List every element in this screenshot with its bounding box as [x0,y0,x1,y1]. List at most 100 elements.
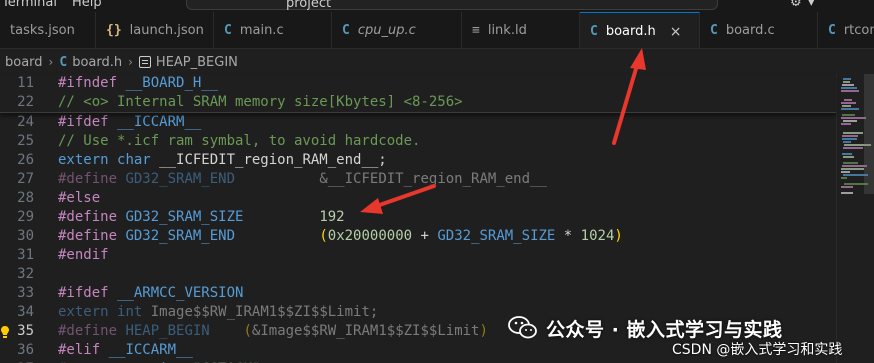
minimap-line [843,156,854,158]
code-token: #define [58,228,118,244]
tab-cpu-up-c[interactable]: C cpu_up.c [332,12,462,48]
tab-label: main.c [239,23,284,38]
tab-board-h[interactable]: C board.h × [580,12,700,48]
editor-tab-bar: tasks.json {} launch.json C main.c C cpu… [0,12,874,49]
tab-board-c[interactable]: C board.c [700,12,818,48]
breadcrumb-file[interactable]: board.h [72,55,122,70]
json-file-icon: {} [106,23,122,38]
c-file-icon: C [590,24,598,39]
tab-link-ld[interactable]: ≡ link.ld [462,12,580,48]
code-token: __ICCARM__ [108,342,193,358]
code-token: &Image$$RW_IRAM1$$ZI$$Limit [251,323,480,339]
code-line[interactable]: 30 #define GD32_SRAM_END (0x20000000 + GD… [0,227,836,246]
minimap-line [843,141,851,143]
code-text: #endif [58,246,109,265]
minimap-line [842,135,858,137]
line-number: 22 [17,94,34,110]
line-number: 33 [17,285,34,301]
code-token: GD32_SRAM_SIZE [125,209,244,225]
code-token: __BOARD_H__ [125,75,219,91]
breadcrumb-folder[interactable]: board [5,55,43,70]
code-token: ( [243,323,252,339]
minimap-line [841,123,851,125]
tab-tasks-json[interactable]: tasks.json [0,12,96,48]
minimap-line [841,87,857,89]
minimap-line [841,102,856,104]
lightbulb-icon[interactable] [0,325,10,339]
minimap-line [843,132,863,134]
code-line[interactable]: 24 #ifdef __ICCARM__ [0,113,836,132]
code-line[interactable]: 26 extern char __ICFEDIT_region_RAM_end__… [0,151,836,170]
tab-label: board.c [725,23,775,38]
code-token: &__ICFEDIT_region_RAM_end__ [235,171,547,187]
close-icon[interactable]: × [670,24,682,40]
code-text: extern char __ICFEDIT_region_RAM_end__; [58,151,387,170]
code-token: ) [479,323,488,339]
code-token: #define [58,209,118,225]
line-number: 29 [17,209,34,225]
linker-file-icon: ≡ [472,23,480,38]
code-token: char [117,152,151,168]
c-file-icon: C [828,23,836,38]
code-text: #define GD32_SRAM_END (0x20000000 + GD32… [58,227,623,246]
minimap-line [841,177,847,179]
code-line[interactable]: 29 #define GD32_SRAM_SIZE 192 [0,208,836,227]
tab-label: link.ld [487,23,527,38]
tab-rtconfig[interactable]: C rtconfig [818,12,874,48]
minimap-line [843,162,858,164]
code-token: __ICFEDIT_region_RAM_end__; [150,152,387,168]
code-line[interactable]: 33 #ifdef __ARMCC_VERSION [0,284,836,303]
menu-help[interactable]: Help [72,0,102,10]
code-token: extern [58,304,109,320]
chevron-down-icon[interactable]: ▾ [808,0,815,10]
command-center[interactable] [186,0,718,10]
code-token: __ARMCC_VERSION [117,285,244,301]
code-text: #elif __ICCARM__ [58,341,193,360]
minimap-line [841,117,866,119]
code-token: // <o> Internal SRAM memory size[Kbytes]… [58,94,463,110]
code-token: #endif [58,247,109,263]
code-line[interactable]: 22 // <o> Internal SRAM memory size[Kbyte… [0,93,836,112]
code-line[interactable]: 25 // Use *.icf ram symbal, to avoid hard… [0,132,836,151]
tab-label: launch.json [129,23,204,38]
code-line[interactable]: 32 [0,265,836,284]
minimap-line [844,99,852,101]
code-text: #ifndef __BOARD_H__ [58,74,218,93]
vertical-scrollbar[interactable] [864,74,874,194]
code-token: GD32_SRAM_SIZE [437,228,556,244]
line-number: 30 [17,228,34,244]
code-token: * [555,228,581,244]
c-file-icon: C [59,54,68,70]
code-token: #ifndef [58,75,118,91]
tab-launch-json[interactable]: {} launch.json [96,12,214,48]
code-token: ( [319,228,328,244]
breadcrumb: board › C board.h › HEAP_BEGIN [0,50,874,74]
csdn-watermark: CSDN @嵌入式学习和实践 [672,342,843,358]
minimap-line [841,171,850,173]
menu-terminal[interactable]: Terminal [2,0,57,10]
c-file-icon: C [224,23,232,38]
code-text: // Use *.icf ram symbal, to avoid hardco… [58,132,420,151]
code-line[interactable]: 27 #define GD32_SRAM_END &__ICFEDIT_regio… [0,170,836,189]
code-token: // Use *.icf ram symbal, to avoid hardco… [58,133,421,149]
code-token: #else [58,190,101,206]
sticky-scroll-header[interactable]: 11 #ifndef __BOARD_H__ 22 // <o> Internal S… [0,74,836,113]
line-number: 27 [17,171,34,187]
breadcrumb-symbol[interactable]: HEAP_BEGIN [156,55,238,70]
minimap-line [843,120,857,122]
accounts-icon[interactable]: ⚙ [790,0,802,10]
code-line[interactable]: 31 #endif [0,246,836,265]
tab-main-c[interactable]: C main.c [214,12,332,48]
code-line[interactable]: 28 #else [0,189,836,208]
code-text: // <o> Internal SRAM memory size[Kbytes]… [58,93,463,112]
code-line[interactable]: 11 #ifndef __BOARD_H__ [0,74,836,93]
minimap-line [842,105,851,107]
code-token: + [412,228,438,244]
code-token: #ifdef [58,114,109,130]
